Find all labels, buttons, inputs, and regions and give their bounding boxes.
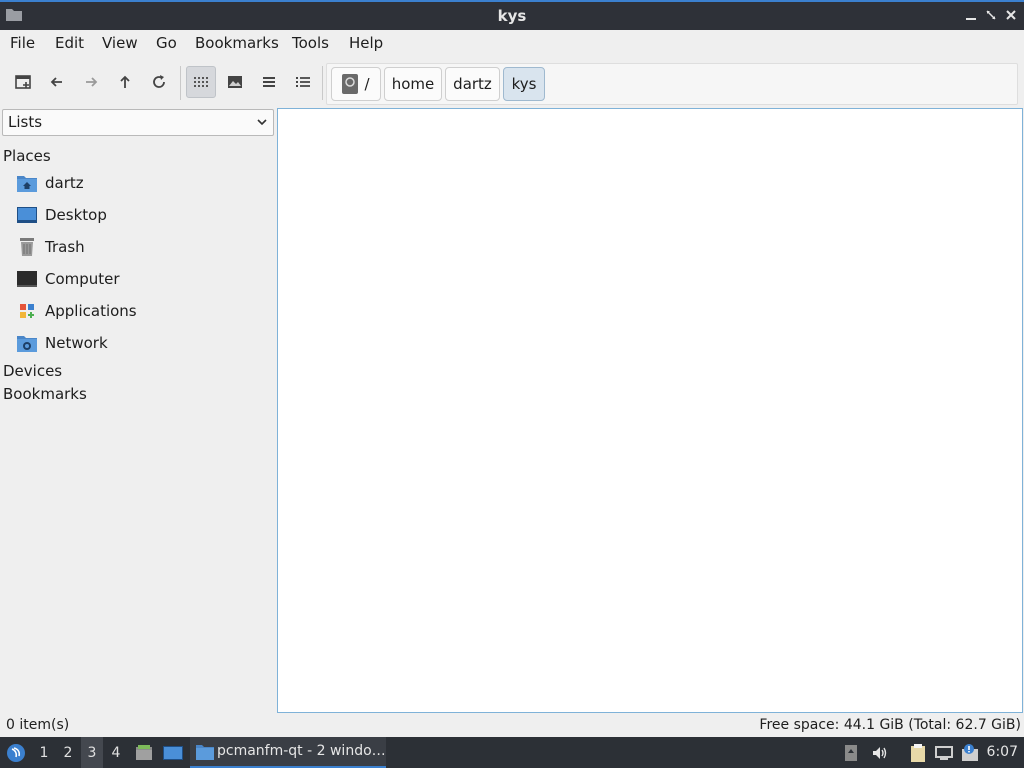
chevron-down-icon [257, 119, 267, 126]
menu-go[interactable]: Go [156, 34, 177, 52]
back-icon[interactable] [42, 66, 72, 98]
network-folder-icon [17, 336, 37, 352]
window-title: kys [497, 7, 527, 25]
applications-icon [20, 304, 34, 318]
sidebar-item-computer[interactable]: Computer [14, 265, 272, 295]
menu-file[interactable]: File [10, 34, 35, 52]
folder-icon [196, 745, 214, 760]
menu-bar: File Edit View Go Bookmarks Tools Help [0, 30, 1024, 56]
restore-icon[interactable] [982, 6, 1000, 24]
minimize-icon[interactable] [962, 6, 980, 24]
desktop-icon [17, 207, 37, 223]
section-bookmarks[interactable]: Bookmarks [3, 385, 87, 403]
status-item-count: 0 item(s) [6, 717, 70, 733]
network-icon[interactable] [932, 737, 956, 768]
sidebar-item-label: Applications [45, 302, 137, 320]
menu-bookmarks[interactable]: Bookmarks [195, 34, 279, 52]
sidebar-item-dartz[interactable]: dartz [14, 169, 272, 199]
breadcrumb-root[interactable]: / [331, 67, 381, 101]
sidepane-mode-select[interactable]: Lists [2, 109, 274, 136]
title-bar[interactable]: kys [0, 0, 1024, 30]
clock[interactable]: 6:07 [987, 744, 1018, 760]
taskbar: 1 2 3 4 pcmanfm-qt - 2 windo… 6:07 [0, 737, 1024, 768]
sidebar-item-label: Computer [45, 270, 120, 288]
clipboard-icon[interactable] [906, 737, 930, 768]
file-manager-launcher-icon[interactable] [132, 737, 156, 768]
workspace-4[interactable]: 4 [105, 737, 127, 768]
sidebar-item-network[interactable]: Network [14, 329, 272, 359]
breadcrumb-home[interactable]: home [384, 67, 442, 101]
status-free-space: Free space: 44.1 GiB (Total: 62.7 GiB) [759, 717, 1021, 733]
section-places[interactable]: Places [3, 147, 51, 165]
breadcrumb-root-label: / [364, 75, 370, 93]
sidebar-item-label: dartz [45, 174, 84, 192]
toolbar-separator [180, 66, 181, 100]
toolbar-separator [322, 66, 323, 100]
menu-tools[interactable]: Tools [292, 34, 329, 52]
menu-view[interactable]: View [102, 34, 138, 52]
start-menu-icon[interactable] [2, 737, 30, 768]
drive-icon [342, 74, 359, 94]
new-tab-icon[interactable] [8, 66, 38, 98]
taskbar-window-label: pcmanfm-qt - 2 windo… [217, 743, 386, 759]
detailed-list-icon[interactable] [288, 66, 318, 98]
thumbnail-view-icon[interactable] [220, 66, 250, 98]
sidebar-item-applications[interactable]: Applications [14, 297, 272, 327]
trash-icon [20, 238, 34, 256]
workspace-2[interactable]: 2 [57, 737, 79, 768]
folder-view[interactable] [277, 108, 1023, 713]
home-folder-icon [17, 176, 37, 192]
sidebar-item-trash[interactable]: Trash [14, 233, 272, 263]
sidebar-item-label: Trash [45, 238, 85, 256]
storage-icon[interactable] [840, 737, 862, 768]
computer-icon [17, 271, 37, 287]
taskbar-window-button[interactable]: pcmanfm-qt - 2 windo… [190, 737, 386, 768]
breadcrumb: / home dartz kys [326, 63, 1018, 105]
sidepane-mode-label: Lists [8, 113, 43, 131]
section-devices[interactable]: Devices [3, 362, 62, 380]
icon-view-icon[interactable] [186, 66, 216, 98]
show-desktop-icon[interactable] [160, 737, 186, 768]
breadcrumb-dartz[interactable]: dartz [445, 67, 500, 101]
workspace-3[interactable]: 3 [81, 737, 103, 768]
compact-view-icon[interactable] [254, 66, 284, 98]
sidebar-item-label: Desktop [45, 206, 107, 224]
close-icon[interactable] [1002, 6, 1020, 24]
menu-edit[interactable]: Edit [55, 34, 84, 52]
forward-icon[interactable] [76, 66, 106, 98]
breadcrumb-kys[interactable]: kys [503, 67, 545, 101]
workspace-1[interactable]: 1 [33, 737, 55, 768]
reload-icon[interactable] [144, 66, 174, 98]
sidebar-item-label: Network [45, 334, 108, 352]
toolbar: / home dartz kys [0, 60, 1024, 105]
sidebar-item-desktop[interactable]: Desktop [14, 201, 272, 231]
menu-help[interactable]: Help [349, 34, 383, 52]
volume-icon[interactable] [868, 737, 892, 768]
notification-icon[interactable] [958, 737, 982, 768]
up-icon[interactable] [110, 66, 140, 98]
